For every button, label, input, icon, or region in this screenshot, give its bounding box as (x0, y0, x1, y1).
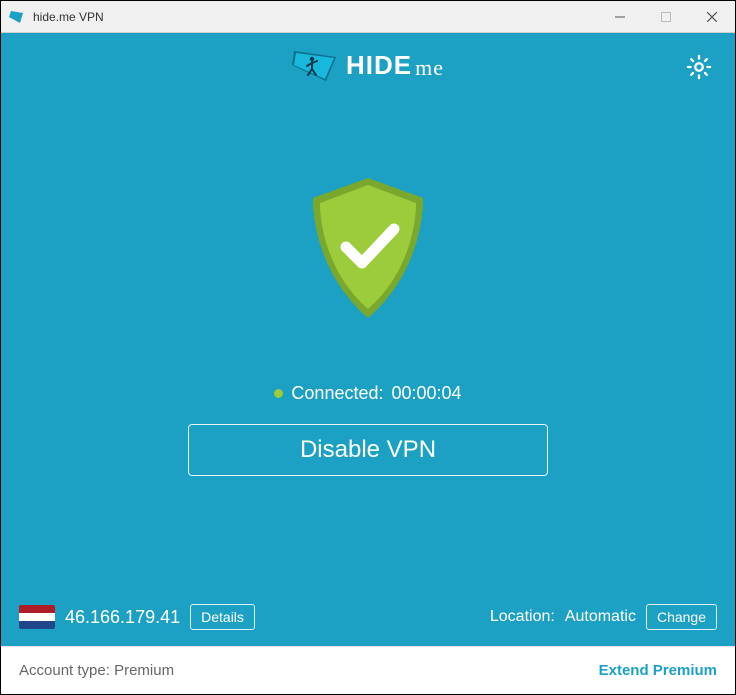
toggle-vpn-button[interactable]: Disable VPN (188, 424, 548, 476)
status-shield-area (298, 173, 438, 328)
extend-premium-link[interactable]: Extend Premium (599, 662, 717, 679)
brand-name: HIDE (346, 50, 412, 81)
details-button[interactable]: Details (190, 604, 255, 630)
location-value: Automatic (565, 608, 636, 626)
bottom-row: 46.166.179.41 Details Location: Automati… (1, 604, 735, 630)
app-icon (9, 9, 25, 25)
app-window: hide.me VPN (0, 0, 736, 695)
status-indicator-dot (274, 389, 283, 398)
logo-icon (292, 47, 338, 83)
status-label: Connected: (291, 383, 383, 404)
account-type: Account type: Premium (19, 662, 174, 679)
footer: Account type: Premium Extend Premium (1, 646, 735, 694)
brand-logo: HIDEme (292, 47, 444, 83)
main-content: HIDEme Connected: 00:00: (1, 33, 735, 646)
titlebar: hide.me VPN (1, 1, 735, 33)
account-label: Account type: (19, 662, 110, 679)
maximize-button[interactable] (643, 1, 689, 32)
location-group: Location: Automatic Change (490, 604, 717, 630)
window-title: hide.me VPN (33, 10, 597, 24)
status-duration: 00:00:04 (392, 383, 462, 404)
country-flag-icon (19, 605, 55, 629)
close-button[interactable] (689, 1, 735, 32)
ip-group: 46.166.179.41 Details (19, 604, 255, 630)
window-controls (597, 1, 735, 32)
location-label: Location: (490, 608, 555, 626)
brand-text: HIDEme (346, 50, 444, 81)
header-row: HIDEme (1, 33, 735, 83)
ip-address: 46.166.179.41 (65, 607, 180, 628)
minimize-button[interactable] (597, 1, 643, 32)
brand-suffix: me (415, 55, 444, 81)
change-location-button[interactable]: Change (646, 604, 717, 630)
account-value: Premium (114, 662, 174, 679)
connection-status: Connected: 00:00:04 (274, 383, 461, 404)
settings-button[interactable] (685, 53, 713, 86)
shield-icon (298, 173, 438, 328)
